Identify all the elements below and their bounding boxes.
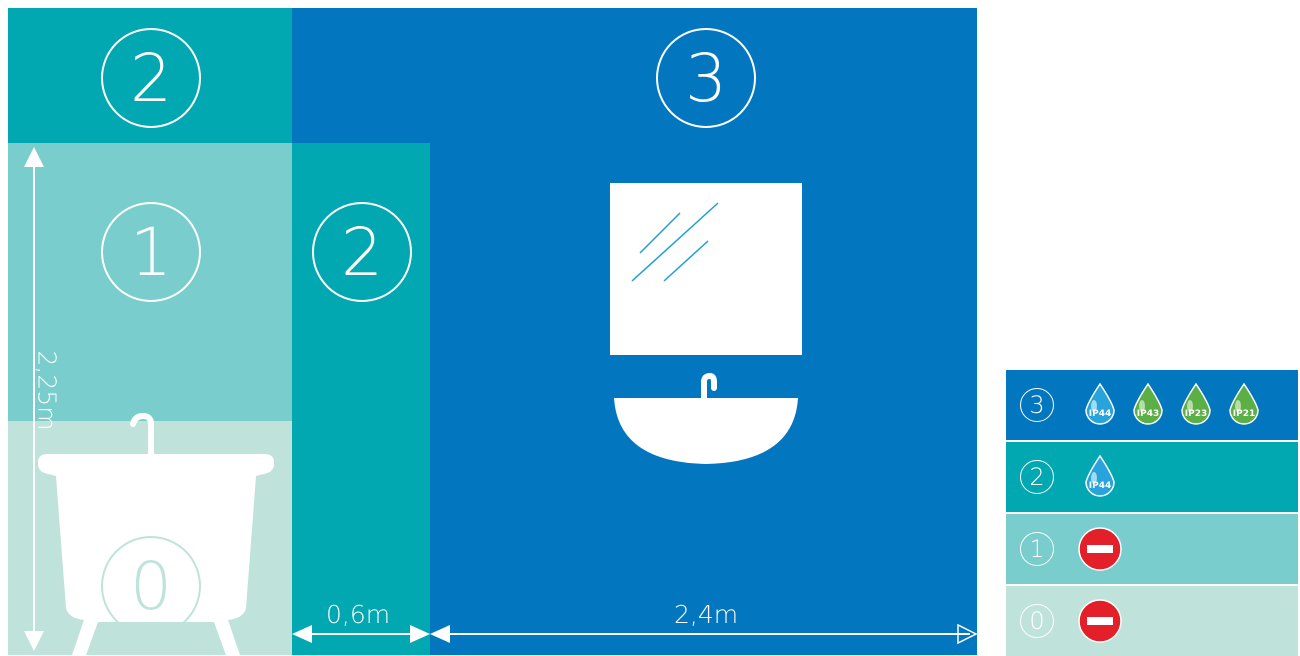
legend-zone-3-label: 3 (1020, 388, 1054, 422)
mirror-icon (610, 183, 802, 355)
sink-icon (614, 372, 798, 464)
ip43-drop-icon: IP43 (1130, 382, 1166, 428)
width-zone3-label: 2,4m (674, 600, 739, 629)
legend-row-zone-1: 1 (1006, 514, 1298, 584)
svg-text:IP44: IP44 (1089, 481, 1111, 491)
no-entry-icon (1078, 527, 1122, 571)
no-entry-icon (1078, 599, 1122, 643)
ip23-drop-icon: IP23 (1178, 382, 1214, 428)
zone-3-label: 3 (656, 28, 756, 128)
legend-row-zone-2: 2 IP44 (1006, 442, 1298, 512)
svg-text:IP21: IP21 (1233, 409, 1255, 419)
svg-text:IP43: IP43 (1137, 409, 1159, 419)
ip21-drop-icon: IP21 (1226, 382, 1262, 428)
ip44-drop-icon: IP44 (1082, 382, 1118, 428)
zone-2-top-label: 2 (101, 28, 201, 128)
legend-zone-0-label: 0 (1020, 604, 1054, 638)
legend-zone-1-label: 1 (1020, 532, 1054, 566)
zone-0-label: 0 (101, 536, 201, 636)
zone-diagram: 2 3 1 2 0 2,25m 0,6m 2,4m (8, 8, 977, 655)
ip44-drop-icon: IP44 (1082, 454, 1118, 500)
legend-row-zone-0: 0 (1006, 586, 1298, 656)
zone-2-side-label: 2 (312, 202, 412, 302)
width-zone2-label: 0,6m (326, 600, 391, 629)
height-dimension-label: 2,25m (32, 350, 62, 431)
zone-1-label: 1 (101, 202, 201, 302)
svg-text:IP44: IP44 (1089, 409, 1111, 419)
svg-text:IP23: IP23 (1185, 409, 1207, 419)
legend-row-zone-3: 3 IP44 IP43 IP23 IP21 (1006, 370, 1298, 440)
legend-zone-2-label: 2 (1020, 460, 1054, 494)
